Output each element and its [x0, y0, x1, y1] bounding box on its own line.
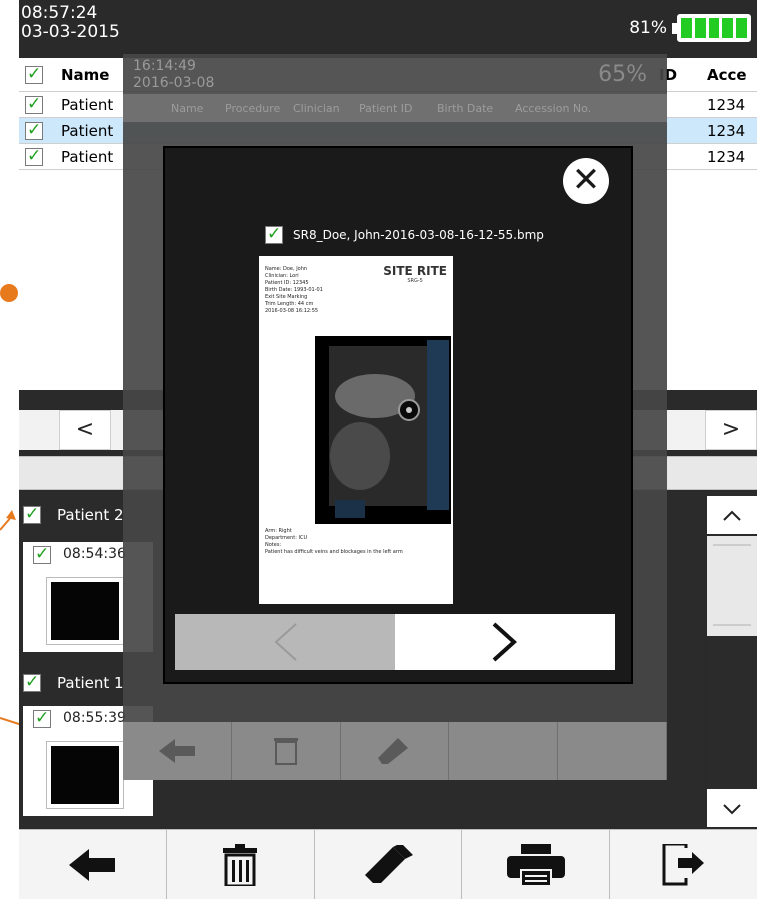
print-button[interactable] — [462, 829, 611, 899]
group-label: Patient 2 — [57, 506, 124, 524]
col-birth-date: Birth Date — [437, 102, 494, 115]
row-checkbox[interactable] — [25, 120, 43, 140]
trash-icon — [273, 738, 298, 765]
usb-export-button[interactable] — [314, 829, 463, 899]
chevron-down-icon — [723, 804, 741, 815]
report-line: Notes: — [265, 542, 282, 548]
device-screen: 08:57:24 03-03-2015 81% Name ID Acce Pat… — [19, 0, 757, 899]
preview-toolbar-dimmed — [123, 722, 667, 780]
thumb-image — [46, 577, 124, 645]
report-line: Patient has difficult veins and blockage… — [265, 549, 403, 555]
preview-table-header: Name Procedure Clinician Patient ID Birt… — [123, 94, 667, 122]
scroll-up-button[interactable] — [707, 496, 757, 534]
preview-frame: ✕ SR8_Doe, John-2016-03-08-16-12-55.bmp … — [163, 146, 633, 684]
battery-percent: 81% — [629, 18, 667, 38]
report-footer: Arm: Right Department: ICU Notes: Patien… — [265, 528, 403, 556]
select-all-checkbox[interactable] — [25, 64, 43, 84]
group-label: Patient 1 — [57, 674, 124, 692]
printer-icon — [506, 843, 565, 886]
row-name: Patient — [61, 122, 114, 140]
export-icon — [662, 843, 704, 885]
preview-battery: 65% — [598, 62, 647, 87]
row-checkbox[interactable] — [25, 94, 43, 114]
status-clock: 08:57:24 03-03-2015 — [21, 4, 120, 42]
row-accession: 1234 — [707, 122, 746, 140]
report-line: Patient ID: 12345 — [265, 280, 309, 286]
battery-icon — [672, 14, 751, 42]
back-arrow-icon — [158, 739, 195, 763]
vertical-scrollbar[interactable] — [707, 492, 757, 827]
back-button[interactable] — [19, 829, 167, 899]
preview-clock: 16:14:49 2016-03-08 — [133, 58, 214, 92]
col-procedure: Procedure — [225, 102, 281, 115]
logo-text: SITE RITE — [383, 264, 447, 278]
preview-nav — [175, 614, 615, 670]
close-button[interactable]: ✕ — [563, 158, 609, 204]
report-line: Clinician: Lori — [265, 273, 299, 279]
report-line: Trim Length: 44 cm — [265, 301, 314, 307]
trash-icon — [223, 843, 258, 886]
chevron-right-icon — [492, 622, 517, 662]
col-name-header[interactable]: Name — [61, 66, 109, 84]
preview-time: 16:14:49 — [133, 58, 196, 74]
col-accession-no: Accession No. — [515, 102, 592, 115]
report-line: Name: Doe, John — [265, 266, 308, 272]
status-date: 03-03-2015 — [21, 22, 120, 42]
thumb-time: 08:55:39 — [63, 710, 126, 726]
delete-button[interactable] — [166, 829, 315, 899]
row-name: Patient — [61, 148, 114, 166]
export-button[interactable] — [610, 829, 757, 899]
col-name: Name — [171, 102, 204, 115]
report-line: Department: ICU — [265, 535, 308, 541]
dim-print-button — [449, 722, 559, 780]
site-rite-logo: SITE RITE SRG-5 — [383, 264, 447, 284]
dim-back-button — [123, 722, 232, 780]
bottom-toolbar — [19, 829, 757, 899]
col-patient-id: Patient ID — [359, 102, 413, 115]
chevron-left-icon — [274, 623, 297, 661]
report-image: Name: Doe, John Clinician: Lori Patient … — [259, 256, 453, 604]
status-bar: 08:57:24 03-03-2015 81% — [19, 0, 757, 56]
group-checkbox[interactable] — [23, 672, 41, 692]
report-line: Exit Site Marking — [265, 294, 308, 300]
report-info: Name: Doe, John Clinician: Lori Patient … — [265, 266, 323, 315]
usb-drive-icon — [378, 738, 409, 764]
close-icon: ✕ — [571, 160, 601, 200]
previous-image-button[interactable] — [175, 614, 395, 670]
thumb-checkbox[interactable] — [33, 544, 51, 564]
row-accession: 1234 — [707, 96, 746, 114]
scroll-right-button[interactable]: > — [705, 410, 757, 450]
image-preview-dialog: 16:14:49 2016-03-08 65% Name Procedure C… — [123, 54, 667, 780]
dim-export-button — [558, 722, 667, 780]
usb-drive-icon — [364, 844, 413, 883]
row-checkbox[interactable] — [25, 146, 43, 166]
report-line: Arm: Right — [265, 528, 292, 534]
scroll-down-button[interactable] — [707, 789, 757, 827]
thumb-time: 08:54:36 — [63, 546, 126, 562]
back-arrow-icon — [69, 848, 116, 881]
col-clinician: Clinician — [293, 102, 340, 115]
status-time: 08:57:24 — [21, 3, 98, 23]
ultrasound-image — [315, 336, 451, 524]
annotation-marker — [0, 284, 18, 302]
row-accession: 1234 — [707, 148, 746, 166]
report-line: Birth Date: 1993-01-01 — [265, 287, 323, 293]
dim-usb-button — [341, 722, 450, 780]
col-accession-header[interactable]: Acce — [707, 66, 747, 84]
file-name: SR8_Doe, John-2016-03-08-16-12-55.bmp — [293, 228, 544, 242]
file-checkbox[interactable] — [265, 224, 283, 244]
preview-date: 2016-03-08 — [133, 75, 215, 91]
dim-delete-button — [232, 722, 341, 780]
ultrasound-scan-graphic — [329, 340, 449, 518]
thumb-image — [46, 741, 124, 809]
report-line: 2016-03-08 16:12:55 — [265, 308, 319, 314]
row-name: Patient — [61, 96, 114, 114]
scroll-left-button[interactable]: < — [59, 410, 111, 450]
scroll-thumb[interactable] — [707, 536, 757, 636]
model-text: SRG-5 — [407, 278, 423, 284]
thumb-checkbox[interactable] — [33, 708, 51, 728]
next-image-button[interactable] — [395, 614, 615, 670]
group-checkbox[interactable] — [23, 504, 41, 524]
chevron-up-icon — [723, 510, 741, 521]
